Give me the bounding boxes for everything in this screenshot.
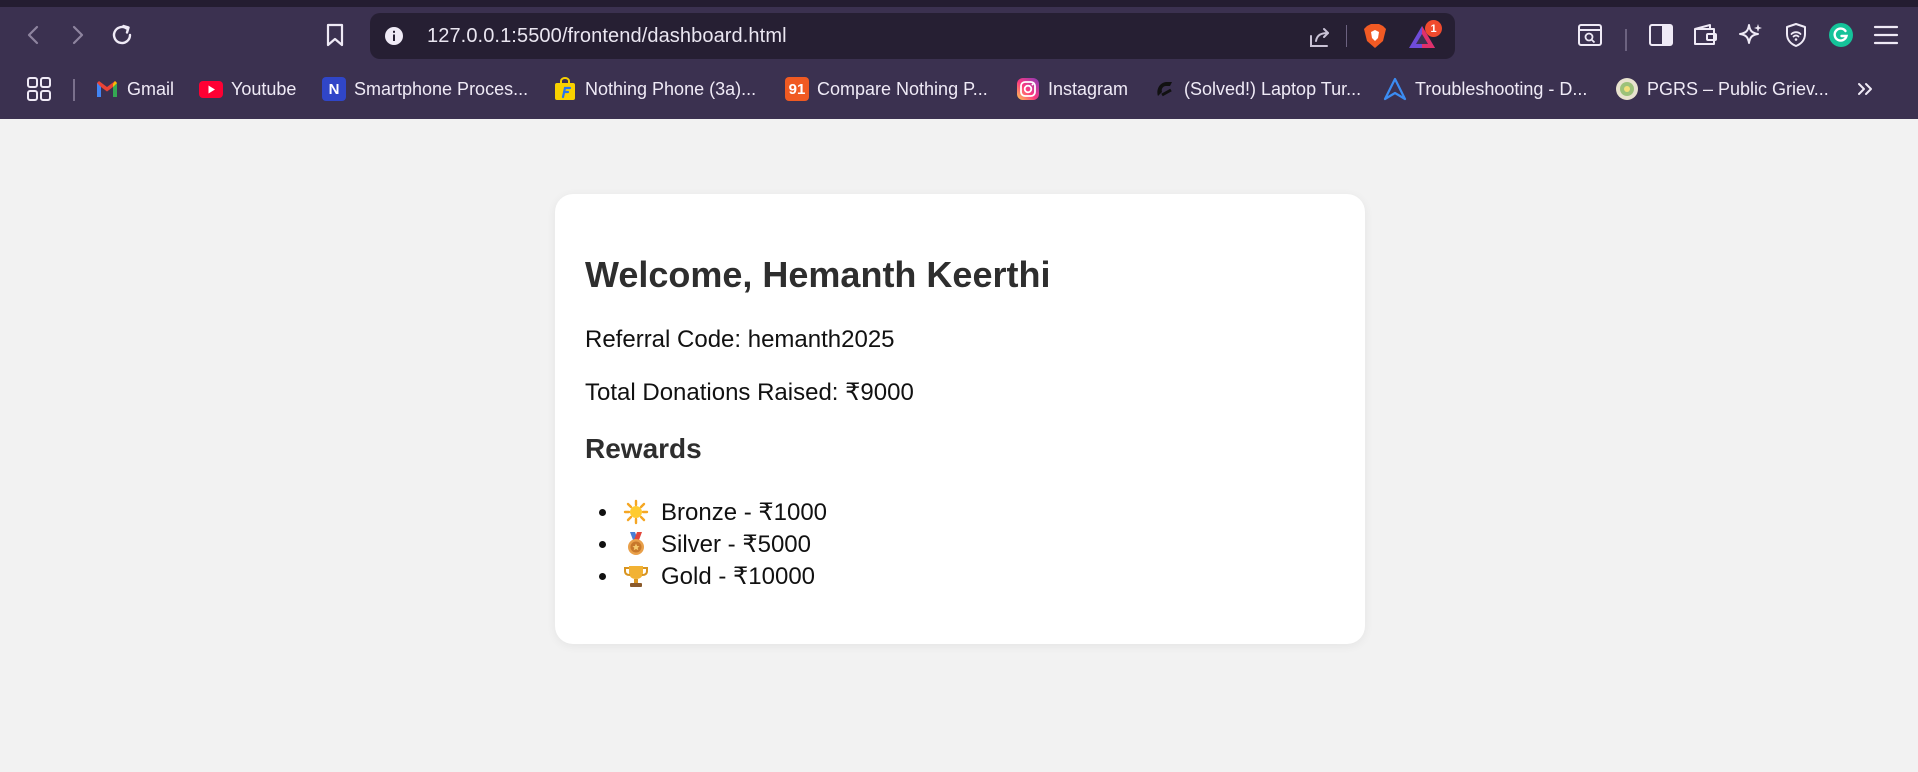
hamburger-menu-icon [1873, 25, 1899, 45]
91mobiles-icon: 91 [785, 77, 809, 101]
bookmark-label: PGRS – Public Griev... [1647, 78, 1829, 99]
bookmark-smartphone-processors[interactable]: N Smartphone Proces... [322, 72, 528, 106]
bullet [599, 541, 606, 548]
back-button[interactable] [14, 15, 54, 55]
bookmark-label: Gmail [127, 78, 175, 99]
gmail-icon [95, 77, 119, 101]
total-donations: Total Donations Raised: ₹9000 [585, 379, 914, 406]
bookmark-button[interactable] [315, 15, 355, 55]
instagram-icon [1016, 77, 1040, 101]
bookmark-label: Instagram [1048, 78, 1129, 99]
reward-label: Silver - ₹5000 [661, 530, 811, 558]
referral-code: Referral Code: hemanth2025 [585, 326, 895, 353]
medal-icon [623, 531, 649, 557]
wallet-icon [1694, 24, 1717, 45]
browser-toolbar: 127.0.0.1:5500/frontend/dashboard.html 1 [0, 7, 1918, 65]
tab-strip-edge [0, 0, 1918, 7]
bookmark-icon [326, 23, 344, 47]
reward-item-gold: Gold - ₹10000 [599, 560, 827, 592]
wallet-button[interactable] [1686, 15, 1726, 55]
rewards-heading: Rewards [585, 433, 702, 464]
sidebar-toggle-button[interactable] [1641, 15, 1681, 55]
share-icon[interactable] [1305, 22, 1335, 52]
reward-item-silver: Silver - ₹5000 [599, 528, 827, 560]
arrow-left-icon [27, 25, 39, 45]
bullet [599, 509, 606, 516]
bookmark-gmail[interactable]: Gmail [95, 72, 174, 106]
nanoreview-icon: N [322, 77, 346, 101]
flipkart-icon [553, 77, 577, 101]
bookmark-compare-nothing[interactable]: 91 Compare Nothing P... [785, 72, 988, 106]
grammarly-icon [1829, 23, 1853, 47]
welcome-heading: Welcome, Hemanth Keerthi [585, 254, 1051, 295]
apps-button[interactable] [26, 72, 52, 106]
address-bar[interactable]: 127.0.0.1:5500/frontend/dashboard.html 1 [370, 13, 1455, 59]
extension-button[interactable] [1821, 15, 1861, 55]
bookmark-label: Compare Nothing P... [817, 78, 988, 99]
sun-icon [623, 499, 649, 525]
address-bar-divider [1346, 25, 1347, 47]
chevron-double-right-icon [1858, 83, 1872, 95]
bookmarks-divider [73, 79, 75, 101]
arch-icon [1383, 77, 1407, 101]
brave-rewards-icon[interactable]: 1 [1405, 20, 1442, 53]
bookmark-instagram[interactable]: Instagram [1016, 72, 1128, 106]
menu-button[interactable] [1866, 15, 1906, 55]
rewards-badge: 1 [1425, 20, 1442, 37]
bookmark-label: (Solved!) Laptop Tur... [1184, 78, 1362, 99]
sidebar-reader-button[interactable] [1570, 15, 1610, 55]
site-info-icon[interactable] [382, 24, 406, 48]
bookmarks-bar: Gmail Youtube N Smartphone Proces... Not… [0, 68, 1918, 110]
tomshardware-icon [1152, 77, 1176, 101]
bookmark-pgrs[interactable]: PGRS – Public Griev... [1615, 72, 1829, 106]
trophy-icon [623, 563, 649, 589]
url-text[interactable]: 127.0.0.1:5500/frontend/dashboard.html [427, 25, 787, 48]
shield-wifi-icon [1786, 23, 1806, 47]
dashboard-card: Welcome, Hemanth Keerthi Referral Code: … [555, 194, 1365, 644]
reload-button[interactable] [102, 15, 142, 55]
leo-ai-button[interactable] [1731, 15, 1771, 55]
bookmark-label: Troubleshooting - D... [1415, 78, 1588, 99]
more-bookmarks-button[interactable] [1855, 72, 1875, 106]
reader-mode-icon [1578, 24, 1602, 46]
pgrs-emblem-icon [1615, 77, 1639, 101]
reward-label: Gold - ₹10000 [661, 562, 816, 590]
bookmark-laptop-turning[interactable]: (Solved!) Laptop Tur... [1152, 72, 1361, 106]
bookmark-youtube[interactable]: Youtube [199, 72, 296, 106]
apps-grid-icon [27, 77, 51, 101]
bullet [599, 573, 606, 580]
browser-chrome: 127.0.0.1:5500/frontend/dashboard.html 1 [0, 0, 1918, 119]
bookmark-label: Nothing Phone (3a)... [585, 78, 757, 99]
vpn-button[interactable] [1776, 15, 1816, 55]
bookmark-label: Smartphone Proces... [354, 78, 529, 99]
bookmark-label: Youtube [231, 78, 297, 99]
toolbar-divider [1625, 29, 1627, 51]
reload-icon [112, 24, 132, 45]
youtube-icon [199, 77, 223, 101]
forward-button[interactable] [57, 15, 97, 55]
sidebar-icon [1649, 24, 1673, 46]
reward-item-bronze: Bronze - ₹1000 [599, 496, 828, 528]
bookmark-nothing-phone[interactable]: Nothing Phone (3a)... [553, 72, 756, 106]
reward-label: Bronze - ₹1000 [661, 498, 828, 526]
arrow-right-icon [72, 25, 84, 45]
bookmark-troubleshooting[interactable]: Troubleshooting - D... [1383, 72, 1587, 106]
brave-shields-icon[interactable] [1360, 21, 1390, 51]
sparkle-icon [1739, 24, 1762, 44]
rewards-list: Bronze - ₹1000 Silver - ₹5000 Gold - ₹10… [599, 496, 828, 592]
